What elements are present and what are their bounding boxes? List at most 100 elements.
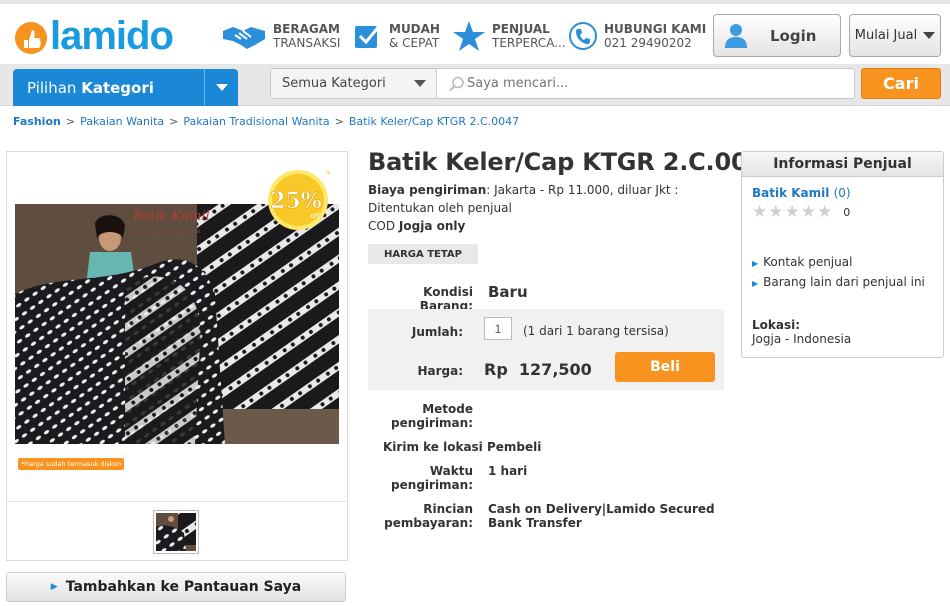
shipping-time-label: Waktu pengiriman:: [391, 464, 473, 492]
feature-mudah-cepat: MUDAH & CEPAT: [353, 18, 440, 54]
buy-button[interactable]: Beli: [615, 352, 715, 382]
search-box: Semua Kategori: [270, 68, 855, 99]
seller-name-line: Batik Kamil (0): [752, 186, 851, 200]
star-icon: [453, 21, 485, 51]
chevron-down-icon: [923, 31, 936, 39]
category-select-value: Semua Kategori: [282, 76, 386, 91]
cod-value: Jogja only: [398, 219, 466, 233]
login-button[interactable]: Login: [713, 14, 841, 57]
location-value: Jogja - Indonesia: [752, 332, 852, 346]
shipping-label: Biaya pengiriman: [368, 183, 487, 197]
fixed-price-tag: HARGA TETAP: [368, 244, 478, 264]
chevron-down-icon: [215, 83, 228, 91]
payment-details-label: Rincian pembayaran:: [384, 502, 473, 530]
feedback-count-value: 0: [838, 186, 846, 200]
location-label: Lokasi:: [752, 318, 801, 332]
discount-off: off: [310, 212, 319, 220]
shipping-method-value: Kirim ke lokasi Pembeli: [383, 440, 542, 454]
asterisk-mark: *: [326, 170, 331, 180]
seller-feedback-count[interactable]: (0): [834, 186, 851, 200]
feature-line2: & CEPAT: [389, 36, 440, 50]
breadcrumb-fashion[interactable]: Fashion: [13, 115, 61, 128]
feature-line1: BERAGAM: [273, 22, 340, 36]
thumbnail-divider: [7, 501, 347, 502]
seller-rating: ★★★★★ 0: [752, 202, 850, 222]
rating-stars-icon: ★★★★★: [752, 202, 834, 222]
cod-line: COD Jogja only: [368, 217, 724, 235]
logo-text: lamido: [50, 14, 174, 58]
product-thumbnail[interactable]: [153, 510, 199, 554]
discount-percent: 25%: [270, 188, 322, 214]
kategori-label: Pilihan Kategori: [13, 79, 204, 97]
mulai-jual-label: Mulai Jual: [854, 28, 918, 43]
feature-hubungi-kami: HUBUNGI KAMI 021 29490202: [568, 18, 706, 54]
contact-seller-link[interactable]: ▶ Kontak penjual: [752, 255, 852, 269]
product-gallery: Batik Kamil Jogjakarta - Indonesia 25% o…: [6, 151, 348, 561]
watchlist-label: Tambahkan ke Pantauan Saya: [65, 579, 302, 595]
watermark-subtext: Jogjakarta - Indonesia: [134, 228, 200, 235]
feature-line1: HUBUNGI KAMI: [604, 22, 707, 36]
phone-number: 021 29490202: [604, 36, 692, 50]
shipping-info: Biaya pengiriman: Jakarta - Rp 11.000, d…: [368, 181, 724, 235]
breadcrumb: Fashion > Pakaian Wanita > Pakaian Tradision…: [13, 115, 519, 128]
feature-beragam-transaksi: BERAGAM TRANSAKSI: [221, 18, 340, 54]
discount-note: *Harga sudah termasuk diskon: [18, 458, 125, 470]
breadcrumb-pakaian-wanita[interactable]: Pakaian Wanita: [80, 115, 164, 128]
chevron-down-icon: [414, 79, 426, 87]
shipping-method-label: Metode pengiriman:: [391, 402, 473, 430]
category-select[interactable]: Semua Kategori: [271, 69, 437, 98]
discount-badge: 25% off *: [268, 170, 331, 230]
seller-info-panel: Informasi Penjual Batik Kamil (0) ★★★★★ …: [741, 151, 944, 358]
handshake-icon: [223, 27, 265, 49]
add-to-watchlist-button[interactable]: ▶ Tambahkan ke Pantauan Saya: [6, 572, 346, 602]
breadcrumb-separator: >: [334, 115, 344, 128]
search-input[interactable]: [437, 69, 854, 98]
navigation-bar: Pilihan Kategori Semua Kategori Cari: [0, 64, 950, 106]
contact-seller-label: Kontak penjual: [763, 255, 853, 269]
phone-icon: [569, 22, 597, 50]
stock-text: (1 dari 1 barang tersisa): [523, 324, 669, 338]
breadcrumb-separator: >: [65, 115, 76, 128]
batik-kamil-watermark: Batik Kamil: [132, 209, 210, 224]
search-button[interactable]: Cari: [861, 68, 941, 99]
seller-heading: Informasi Penjual: [742, 152, 943, 177]
search-icon: [449, 76, 464, 92]
breadcrumb-pakaian-tradisional[interactable]: Pakaian Tradisional Wanita: [183, 115, 329, 128]
triangle-right-icon: ▶: [50, 582, 58, 592]
shipping-cost-line: Biaya pengiriman: Jakarta - Rp 11.000, d…: [368, 181, 724, 217]
feature-line2: TRANSAKSI: [273, 36, 341, 50]
seller-other-items-link[interactable]: ▶ Barang lain dari penjual ini: [752, 275, 925, 289]
thumbs-up-logo-icon: [15, 22, 47, 54]
kategori-prefix: Pilihan: [27, 78, 77, 97]
price-label: Harga:: [417, 364, 463, 378]
lamido-logo[interactable]: lamido: [14, 14, 174, 58]
breadcrumb-separator: >: [169, 115, 179, 128]
condition-value: Baru: [488, 283, 528, 301]
price-value: Rp 127,500: [484, 360, 592, 379]
product-main-image[interactable]: Batik Kamil Jogjakarta - Indonesia: [15, 204, 339, 444]
triangle-right-icon: ▶: [752, 279, 759, 288]
kategori-menu-button[interactable]: Pilihan Kategori: [13, 69, 238, 106]
user-icon: [725, 23, 747, 48]
cod-label: COD: [368, 219, 396, 233]
seller-name-link[interactable]: Batik Kamil: [752, 186, 829, 200]
kategori-bold: Kategori: [81, 78, 154, 97]
feature-line1: PENJUAL: [492, 22, 550, 36]
thumbnail-image: [156, 513, 196, 551]
quantity-input[interactable]: [484, 317, 512, 340]
payment-line-2: Bank Transfer: [488, 516, 582, 530]
checkbox-icon: [355, 24, 382, 48]
payment-line-1: Cash on Delivery|Lamido Secured: [488, 502, 715, 516]
kategori-dropdown-toggle[interactable]: [204, 69, 238, 106]
feature-line2: TERPERCA...: [492, 36, 566, 50]
mulai-jual-dropdown[interactable]: Mulai Jual: [849, 14, 941, 57]
product-title: Batik Keler/Cap KTGR 2.C.0047: [368, 148, 781, 176]
seller-other-items-label: Barang lain dari penjual ini: [763, 275, 925, 289]
breadcrumb-current-product[interactable]: Batik Keler/Cap KTGR 2.C.0047: [349, 115, 519, 128]
batik-photo: Batik Kamil Jogjakarta - Indonesia: [15, 204, 339, 444]
breadcrumb-fashion-label: Fashion: [13, 115, 61, 128]
quantity-label: Jumlah:: [411, 325, 463, 339]
feature-penjual-terpercaya: PENJUAL TERPERCA...: [452, 18, 566, 54]
triangle-right-icon: ▶: [752, 259, 759, 268]
shipping-time-value: 1 hari: [488, 464, 528, 478]
